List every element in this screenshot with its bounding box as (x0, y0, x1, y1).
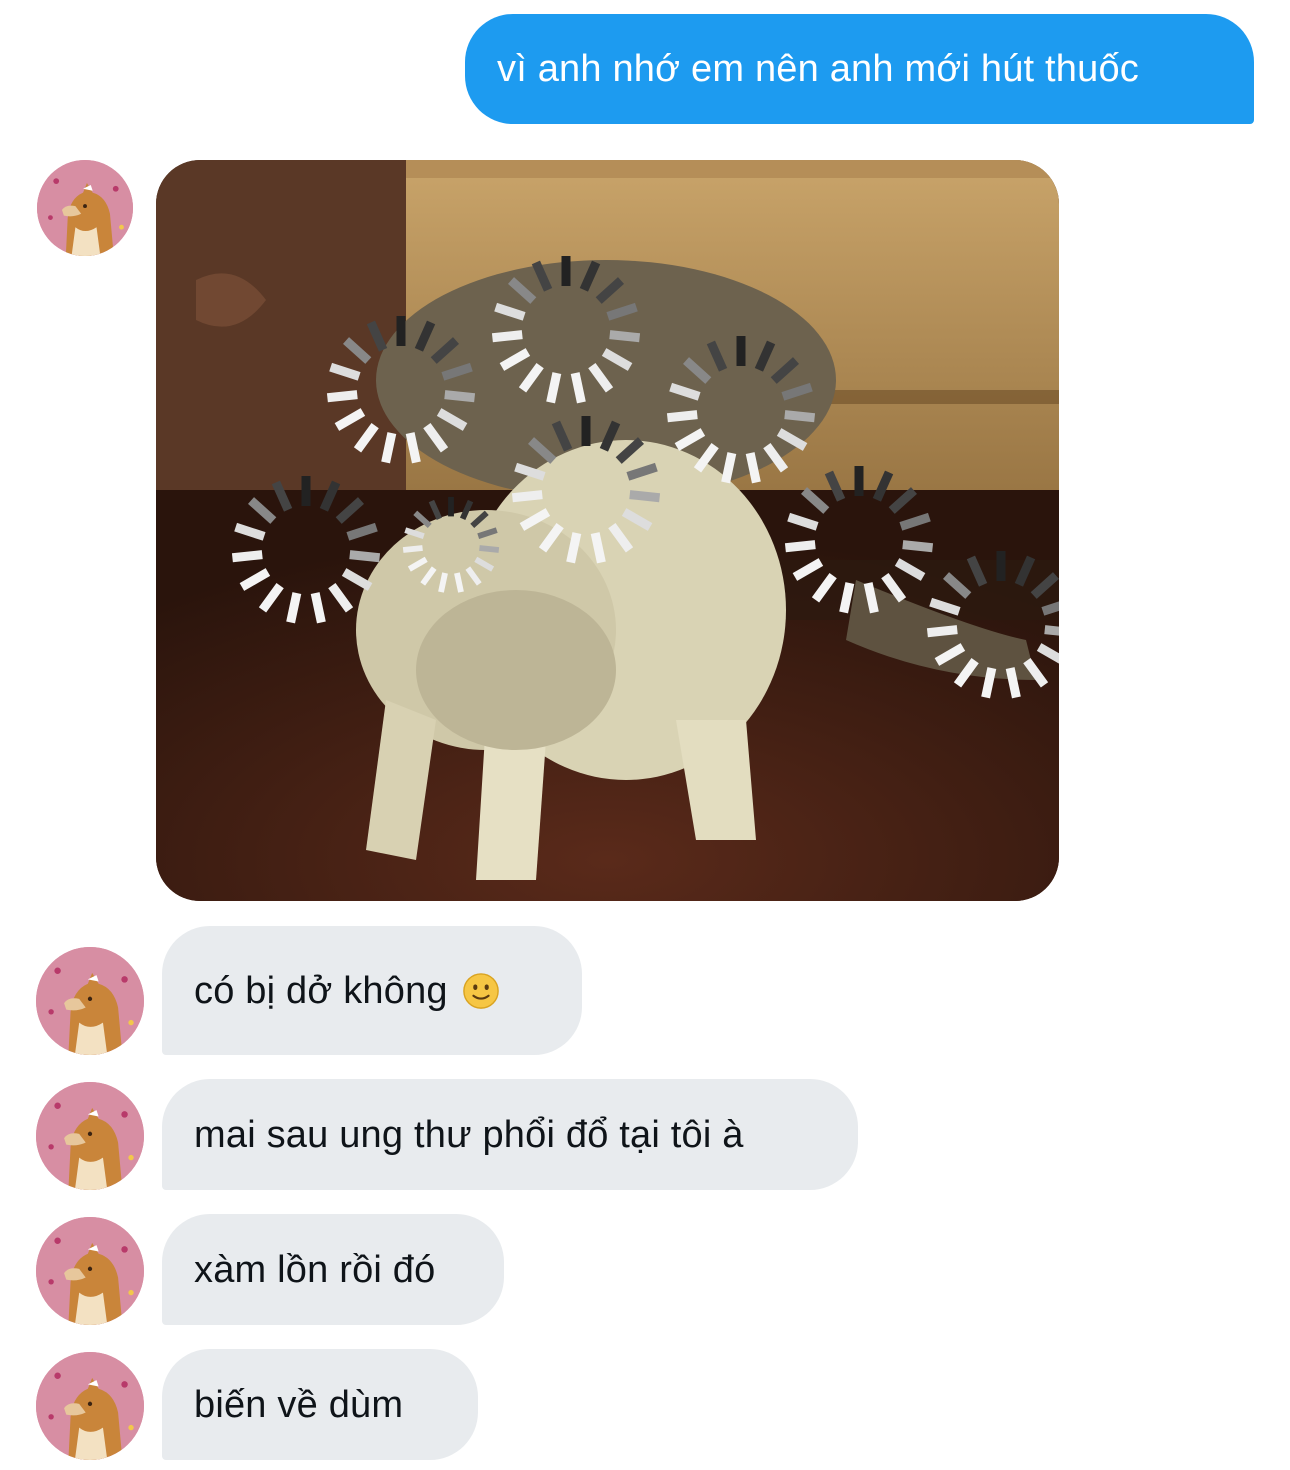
incoming-message-bubble[interactable]: biến về dùm (162, 1349, 478, 1460)
shiba-dog-avatar-icon (36, 1217, 144, 1325)
contact-avatar[interactable] (36, 1217, 144, 1325)
slightly-smiling-face-icon (462, 972, 500, 1010)
contact-avatar[interactable] (36, 1352, 144, 1460)
shiba-dog-avatar-icon (36, 1082, 144, 1190)
incoming-message-text: xàm lồn rồi đó (194, 1248, 436, 1291)
incoming-message-text: biến về dùm (194, 1383, 404, 1426)
incoming-message-text: mai sau ung thư phổi đổ tại tôi à (194, 1113, 744, 1156)
shiba-dog-avatar-icon (37, 160, 133, 256)
incoming-message-bubble[interactable]: mai sau ung thư phổi đổ tại tôi à (162, 1079, 858, 1190)
outgoing-message-bubble[interactable]: vì anh nhớ em nên anh mới hút thuốc (465, 14, 1254, 124)
outgoing-message-text: vì anh nhớ em nên anh mới hút thuốc (497, 48, 1139, 90)
contact-avatar[interactable] (37, 160, 133, 256)
incoming-image-message[interactable] (156, 160, 1059, 901)
contact-avatar[interactable] (36, 947, 144, 1055)
contact-avatar[interactable] (36, 1082, 144, 1190)
incoming-message-bubble[interactable]: có bị dở không (162, 926, 582, 1055)
shiba-dog-avatar-icon (36, 947, 144, 1055)
loading-spinner-cat-meme-image (156, 160, 1059, 901)
shiba-dog-avatar-icon (36, 1352, 144, 1460)
incoming-message-text: có bị dở không (194, 969, 448, 1012)
incoming-message-bubble[interactable]: xàm lồn rồi đó (162, 1214, 504, 1325)
